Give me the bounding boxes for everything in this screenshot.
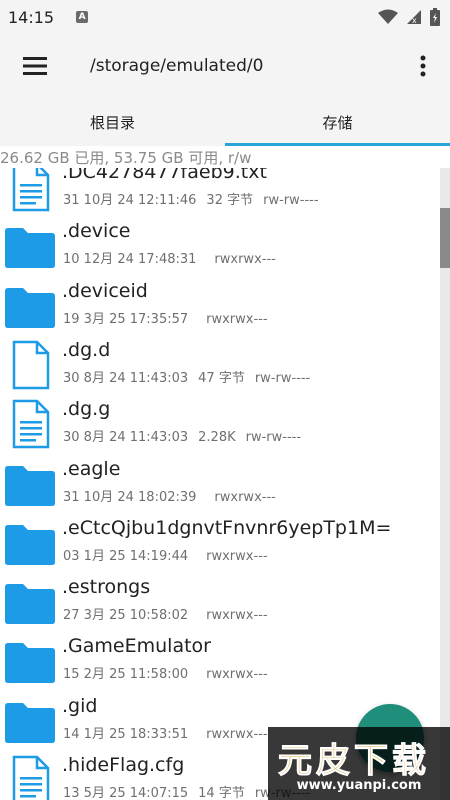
file-meta: 31 10月 24 18:02:39 rwxrwx--- [63,486,276,505]
more-options-button[interactable] [396,34,450,98]
folder-icon [4,636,56,686]
signal-icon: x [407,10,421,25]
file-permissions: rwxrwx--- [206,608,268,624]
file-list-item[interactable]: .deviceid 19 3月 25 17:35:57 rwxrwx--- [0,278,440,337]
file-name: .device [62,220,131,243]
folder-icon [4,518,56,568]
file-date: 03 1月 25 14:19:44 [63,548,189,564]
file-date: 13 5月 25 14:07:15 [63,786,189,800]
file-list-item[interactable]: .eagle 31 10月 24 18:02:39 rwxrwx--- [0,456,440,515]
folder-icon [4,459,56,509]
file-name: .gid [62,694,98,717]
watermark-url: www.yuanpi.com [296,778,422,793]
file-list-item[interactable]: .DC4278477faeb9.txt 31 10月 24 12:11:46 32 … [0,168,440,218]
file-permissions: rwxrwx--- [206,726,268,742]
status-time: 14:15 [8,7,55,27]
file-meta: 30 8月 24 11:43:03 2.28K rw-rw---- [63,426,301,445]
file-date: 31 10月 24 12:11:46 [63,193,197,208]
folder-icon [4,281,56,331]
folder-icon [4,577,56,627]
file-meta: 27 3月 25 10:58:02 rwxrwx--- [63,604,268,623]
file-list-item[interactable]: .dg.d 30 8月 24 11:43:03 47 字节 rw-rw---- [0,337,440,396]
file-list-item[interactable]: .eCtcQjbu1dgnvtFnvnr6yepTp1M= 03 1月 25 14… [0,515,440,574]
more-vert-icon [420,55,426,77]
battery-icon [430,8,440,26]
file-date: 31 10月 24 18:02:39 [63,489,197,505]
storage-info: 26.62 GB 已用, 53.75 GB 可用, r/w [0,149,252,167]
file-date: 14 1月 25 18:33:51 [63,726,189,742]
watermark: 元皮下载 www.yuanpi.com [268,727,450,800]
scrollbar-track[interactable] [440,168,450,800]
file-list-item[interactable]: .estrongs 27 3月 25 10:58:02 rwxrwx--- [0,574,440,633]
file-list-item[interactable]: .dg.g 30 8月 24 11:43:03 2.28K rw-rw---- [0,396,440,455]
tab-storage[interactable]: 存储 [225,98,450,146]
file-list-item[interactable]: .device 10 12月 24 17:48:31 rwxrwx--- [0,218,440,277]
menu-button[interactable] [0,34,70,98]
file-size: 47 字节 [198,370,245,386]
file-name: .eCtcQjbu1dgnvtFnvnr6yepTp1M= [62,516,392,539]
folder-icon [4,696,56,746]
current-path: /storage/emulated/0 [90,56,264,76]
file-name: .dg.d [62,338,111,361]
file-size: 2.28K [198,430,236,446]
file-permissions: rwxrwx--- [206,548,268,564]
file-date: 15 2月 25 11:58:00 [63,667,189,683]
file-date: 30 8月 24 11:43:03 [63,370,189,386]
file-permissions: rw-rw---- [245,430,302,446]
file-permissions: rw-rw---- [263,193,319,208]
wifi-icon [378,9,398,24]
text-file-icon [4,168,56,212]
status-icons: x [378,8,440,26]
file-meta: 03 1月 25 14:19:44 rwxrwx--- [63,545,268,564]
tab-bar: 根目录 存储 [0,98,450,146]
file-permissions: rw-rw---- [254,370,311,386]
file-name: .eagle [62,457,121,480]
file-meta: 30 8月 24 11:43:03 47 字节 rw-rw---- [63,367,310,386]
file-date: 30 8月 24 11:43:03 [63,430,189,446]
blank-file-icon [4,340,56,390]
file-permissions: rwxrwx--- [214,489,276,505]
notification-app-icon: A [76,11,89,23]
hamburger-menu-icon [23,57,47,75]
file-list[interactable]: .DC4278477faeb9.txt 31 10月 24 12:11:46 32 … [0,168,440,800]
file-permissions: rwxrwx--- [206,311,268,327]
file-name: .estrongs [62,576,151,599]
file-name: .DC4278477faeb9.txt [62,168,267,183]
svg-text:x: x [412,16,417,25]
file-date: 19 3月 25 17:35:57 [63,311,189,327]
file-size: 32 字节 [206,193,254,208]
file-list-item[interactable]: .GameEmulator 15 2月 25 11:58:00 rwxrwx--- [0,633,440,692]
file-meta: 14 1月 25 18:33:51 rwxrwx--- [63,723,268,742]
scrollbar-thumb[interactable] [440,208,450,268]
text-file-icon [4,755,56,800]
tab-root[interactable]: 根目录 [0,98,225,146]
file-meta: 19 3月 25 17:35:57 rwxrwx--- [63,308,268,327]
file-name: .dg.g [62,398,111,421]
file-name: .hideFlag.cfg [62,754,185,776]
watermark-logo: 元皮下载 [278,741,430,782]
file-name: .GameEmulator [62,635,211,658]
file-size: 14 字节 [198,786,245,800]
text-file-icon [4,399,56,449]
file-date: 10 12月 24 17:48:31 [63,252,197,268]
file-permissions: rwxrwx--- [214,252,276,268]
file-meta: 10 12月 24 17:48:31 rwxrwx--- [63,248,276,267]
file-name: .deviceid [62,279,148,302]
file-permissions: rwxrwx--- [206,667,268,683]
folder-icon [4,221,56,271]
status-bar: 14:15 A x [0,0,450,34]
file-meta: 15 2月 25 11:58:00 rwxrwx--- [63,663,268,682]
app-bar: /storage/emulated/0 [0,34,450,98]
file-date: 27 3月 25 10:58:02 [63,608,189,624]
file-meta: 31 10月 24 12:11:46 32 字节 rw-rw---- [63,189,319,208]
